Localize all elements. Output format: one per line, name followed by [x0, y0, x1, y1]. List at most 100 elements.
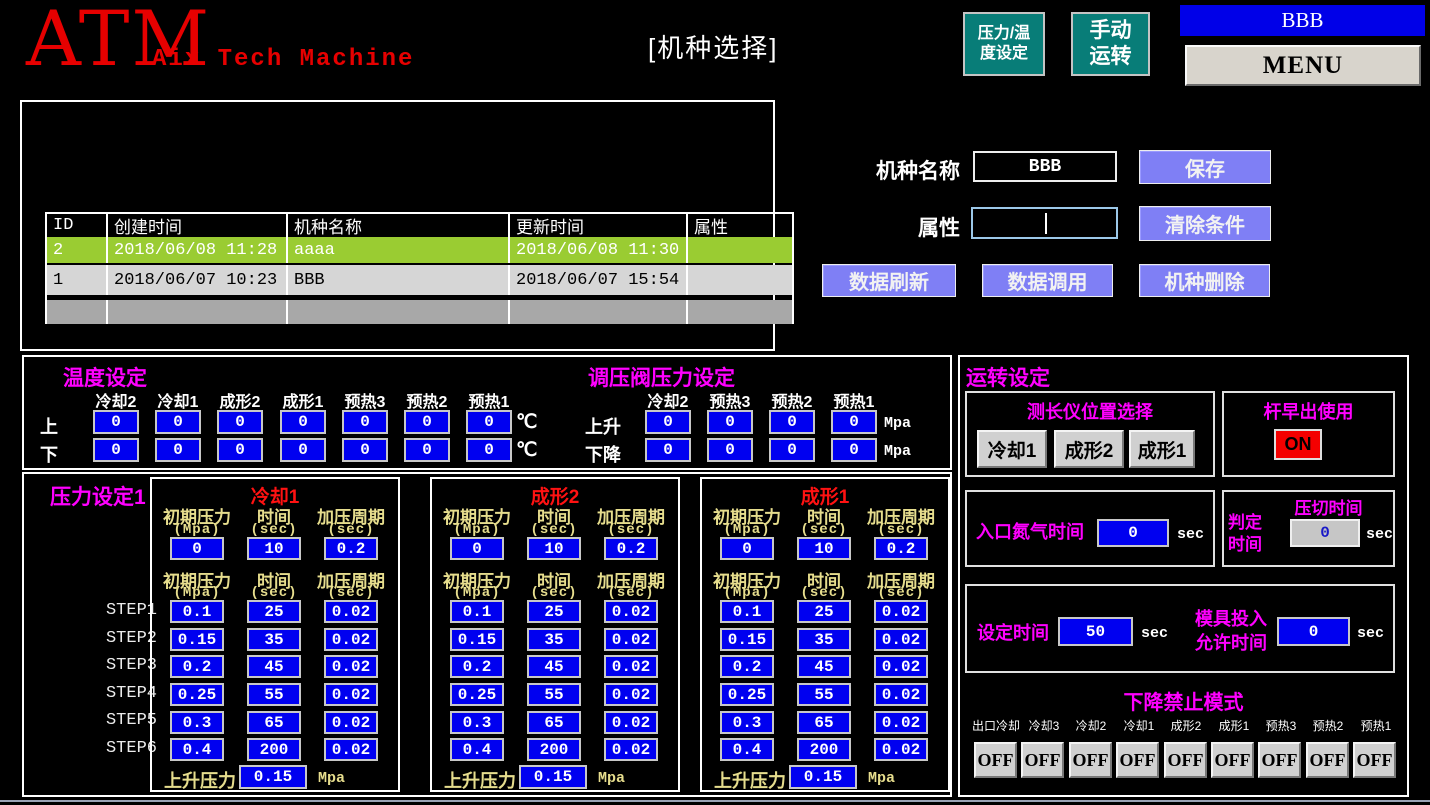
step-cycle-input[interactable]: 0.02 — [604, 600, 658, 623]
temp-upper-input[interactable]: 0 — [466, 410, 512, 434]
step-pressure-input[interactable]: 0.25 — [450, 683, 504, 706]
length-gauge-cooling1-button[interactable]: 冷却1 — [977, 430, 1047, 468]
step-time-input[interactable]: 65 — [797, 711, 851, 734]
step-time-input[interactable]: 55 — [247, 683, 301, 706]
step-time-input[interactable]: 25 — [527, 600, 581, 623]
initial-cycle-input[interactable]: 0.2 — [324, 537, 378, 560]
rise-pressure-input[interactable]: 0.15 — [239, 765, 307, 789]
descend-prohibit-toggle[interactable]: OFF — [974, 742, 1017, 778]
step-cycle-input[interactable]: 0.02 — [604, 628, 658, 651]
step-cycle-input[interactable]: 0.02 — [324, 711, 378, 734]
step-pressure-input[interactable]: 0.3 — [720, 711, 774, 734]
valve-fall-input[interactable]: 0 — [707, 438, 753, 462]
mold-time-input[interactable]: 0 — [1277, 617, 1350, 646]
step-pressure-input[interactable]: 0.2 — [720, 655, 774, 678]
step-pressure-input[interactable]: 0.1 — [720, 600, 774, 623]
temp-upper-input[interactable]: 0 — [404, 410, 450, 434]
step-time-input[interactable]: 45 — [247, 655, 301, 678]
initial-pressure-input[interactable]: 0 — [450, 537, 504, 560]
menu-button[interactable]: MENU — [1185, 45, 1421, 86]
step-pressure-input[interactable]: 0.3 — [450, 711, 504, 734]
judge-time-field[interactable]: 0 — [1290, 519, 1360, 547]
initial-cycle-input[interactable]: 0.2 — [874, 537, 928, 560]
valve-fall-input[interactable]: 0 — [645, 438, 691, 462]
machine-delete-button[interactable]: 机种删除 — [1139, 264, 1270, 297]
set-time-input[interactable]: 50 — [1058, 617, 1133, 646]
descend-prohibit-toggle[interactable]: OFF — [1164, 742, 1207, 778]
step-time-input[interactable]: 200 — [247, 738, 301, 761]
table-row-empty[interactable] — [47, 300, 792, 324]
rise-pressure-input[interactable]: 0.15 — [519, 765, 587, 789]
step-cycle-input[interactable]: 0.02 — [874, 738, 928, 761]
length-gauge-forming2-button[interactable]: 成形2 — [1054, 430, 1124, 468]
step-cycle-input[interactable]: 0.02 — [874, 711, 928, 734]
table-row-selected[interactable]: 2 2018/06/08 11:28 aaaa 2018/06/08 11:30 — [47, 237, 792, 263]
step-pressure-input[interactable]: 0.2 — [170, 655, 224, 678]
temp-lower-input[interactable]: 0 — [155, 438, 201, 462]
descend-prohibit-toggle[interactable]: OFF — [1021, 742, 1064, 778]
valve-rise-input[interactable]: 0 — [831, 410, 877, 434]
step-time-input[interactable]: 65 — [247, 711, 301, 734]
step-cycle-input[interactable]: 0.02 — [324, 683, 378, 706]
step-cycle-input[interactable]: 0.02 — [874, 600, 928, 623]
pressure-temp-setting-button[interactable]: 压力/温 度设定 — [963, 12, 1045, 76]
step-pressure-input[interactable]: 0.4 — [170, 738, 224, 761]
descend-prohibit-toggle[interactable]: OFF — [1258, 742, 1301, 778]
nitrogen-input[interactable]: 0 — [1097, 519, 1169, 547]
step-cycle-input[interactable]: 0.02 — [324, 738, 378, 761]
data-refresh-button[interactable]: 数据刷新 — [822, 264, 956, 297]
step-cycle-input[interactable]: 0.02 — [874, 683, 928, 706]
temp-upper-input[interactable]: 0 — [280, 410, 326, 434]
valve-rise-input[interactable]: 0 — [769, 410, 815, 434]
step-pressure-input[interactable]: 0.2 — [450, 655, 504, 678]
valve-rise-input[interactable]: 0 — [707, 410, 753, 434]
step-cycle-input[interactable]: 0.02 — [324, 655, 378, 678]
temp-upper-input[interactable]: 0 — [155, 410, 201, 434]
descend-prohibit-toggle[interactable]: OFF — [1306, 742, 1349, 778]
valve-fall-input[interactable]: 0 — [831, 438, 877, 462]
step-pressure-input[interactable]: 0.25 — [170, 683, 224, 706]
temp-lower-input[interactable]: 0 — [93, 438, 139, 462]
valve-rise-input[interactable]: 0 — [645, 410, 691, 434]
temp-lower-input[interactable]: 0 — [217, 438, 263, 462]
initial-time-input[interactable]: 10 — [527, 537, 581, 560]
step-time-input[interactable]: 200 — [797, 738, 851, 761]
step-pressure-input[interactable]: 0.4 — [450, 738, 504, 761]
temp-lower-input[interactable]: 0 — [466, 438, 512, 462]
step-pressure-input[interactable]: 0.15 — [720, 628, 774, 651]
table-row[interactable]: 1 2018/06/07 10:23 BBB 2018/06/07 15:54 — [47, 265, 792, 295]
step-pressure-input[interactable]: 0.1 — [170, 600, 224, 623]
initial-time-input[interactable]: 10 — [797, 537, 851, 560]
step-cycle-input[interactable]: 0.02 — [604, 655, 658, 678]
step-pressure-input[interactable]: 0.15 — [170, 628, 224, 651]
clear-condition-button[interactable]: 清除条件 — [1139, 206, 1271, 241]
descend-prohibit-toggle[interactable]: OFF — [1069, 742, 1112, 778]
step-pressure-input[interactable]: 0.1 — [450, 600, 504, 623]
step-pressure-input[interactable]: 0.3 — [170, 711, 224, 734]
step-time-input[interactable]: 35 — [247, 628, 301, 651]
save-button[interactable]: 保存 — [1139, 150, 1271, 184]
step-time-input[interactable]: 45 — [527, 655, 581, 678]
data-recall-button[interactable]: 数据调用 — [982, 264, 1113, 297]
machine-name-input[interactable]: BBB — [973, 151, 1117, 182]
temp-lower-input[interactable]: 0 — [342, 438, 388, 462]
step-time-input[interactable]: 55 — [797, 683, 851, 706]
step-cycle-input[interactable]: 0.02 — [874, 655, 928, 678]
step-time-input[interactable]: 55 — [527, 683, 581, 706]
initial-time-input[interactable]: 10 — [247, 537, 301, 560]
attr-input[interactable] — [971, 207, 1118, 239]
valve-fall-input[interactable]: 0 — [769, 438, 815, 462]
descend-prohibit-toggle[interactable]: OFF — [1211, 742, 1254, 778]
step-pressure-input[interactable]: 0.4 — [720, 738, 774, 761]
step-time-input[interactable]: 200 — [527, 738, 581, 761]
initial-pressure-input[interactable]: 0 — [170, 537, 224, 560]
step-time-input[interactable]: 65 — [527, 711, 581, 734]
step-cycle-input[interactable]: 0.02 — [604, 683, 658, 706]
descend-prohibit-toggle[interactable]: OFF — [1353, 742, 1396, 778]
step-time-input[interactable]: 45 — [797, 655, 851, 678]
step-cycle-input[interactable]: 0.02 — [604, 738, 658, 761]
step-pressure-input[interactable]: 0.15 — [450, 628, 504, 651]
step-time-input[interactable]: 25 — [247, 600, 301, 623]
descend-prohibit-toggle[interactable]: OFF — [1116, 742, 1159, 778]
initial-pressure-input[interactable]: 0 — [720, 537, 774, 560]
